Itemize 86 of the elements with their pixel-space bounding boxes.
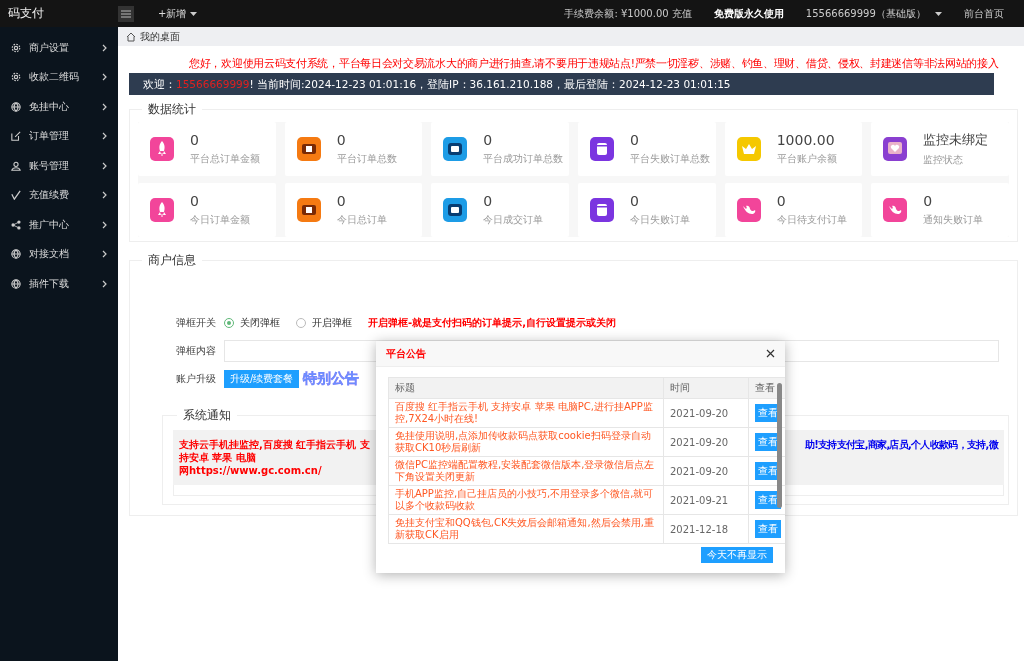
stat-value: 0 — [336, 193, 347, 209]
column-header: 标题 — [388, 377, 664, 399]
app-logo: 码支付 — [7, 5, 45, 22]
gear-icon — [11, 72, 21, 83]
notice-text: 支持云手机挂监控,百度搜 红手指云手机 支持安卓 苹果 电脑 — [179, 438, 371, 464]
stat-label: 今日待支付订单 — [776, 213, 847, 227]
user-icon — [11, 160, 21, 171]
sidebar-item[interactable]: 推广中心 — [0, 210, 118, 240]
sidebar-item[interactable]: 插件下载 — [0, 269, 118, 299]
form-label: 弹框内容 — [175, 344, 216, 358]
sidebar-item[interactable]: 订单管理 — [0, 121, 118, 151]
share-icon — [11, 219, 21, 230]
stat-label: 平台成功订单总数 — [483, 152, 564, 166]
sidebar-item[interactable]: 账号管理 — [0, 151, 118, 181]
stat-value: 0 — [336, 132, 347, 148]
form-label: 弹框开关 — [175, 316, 216, 330]
chevron-right-icon — [102, 279, 107, 288]
stat-value: 0 — [776, 193, 787, 209]
chevron-right-icon — [102, 161, 107, 170]
date-cell: 2021-09-20 — [670, 436, 729, 448]
sidebar-item[interactable]: 充值续费 — [0, 180, 118, 210]
home-link[interactable]: 前台首页 — [964, 6, 1004, 21]
hint-text: 开启弹框-就是支付扫码的订单提示,自行设置提示或关闭 — [368, 316, 616, 330]
menu-icon — [121, 9, 131, 18]
sidebar-item[interactable]: 对接文档 — [0, 239, 118, 269]
stat-label: 今日失败订单 — [630, 213, 690, 227]
stat-value: 0 — [630, 193, 640, 209]
stat-value: 监控未绑定 — [923, 131, 989, 149]
chevron-right-icon — [102, 250, 107, 259]
dialog-title: 平台公告 — [386, 346, 426, 361]
stat-label: 平台账户余额 — [776, 152, 837, 166]
section-title: 系统通知 — [182, 407, 232, 424]
globe-icon — [11, 278, 21, 289]
stat-value: 0 — [483, 132, 494, 148]
stat-label: 今日订单金额 — [190, 213, 250, 227]
stat-value: 0 — [190, 132, 200, 148]
globe-icon — [11, 249, 21, 260]
section-title: 商户信息 — [147, 252, 197, 269]
home-icon — [126, 31, 136, 42]
chevron-right-icon — [102, 191, 107, 200]
caret-icon — [189, 11, 197, 16]
plan-label: 免费版永久使用 — [713, 6, 784, 21]
welcome-bar: 欢迎：15566669999! 当前时间:2024-12-23 01:01:16，登陆IP：36.161.210.188，最后登陆：2024-12-23 01:01:15 — [129, 73, 994, 95]
gear-icon — [11, 42, 21, 53]
radio-option[interactable]: 关闭弹框 — [224, 316, 280, 330]
sidebar-item[interactable]: 免挂中心 — [0, 92, 118, 122]
stat-value: 1000.00 — [776, 132, 836, 148]
stat-label: 通知失败订单 — [923, 213, 984, 227]
chevron-right-icon — [102, 43, 107, 52]
date-cell: 2021-12-18 — [670, 523, 729, 535]
stat-label: 平台总订单金额 — [190, 152, 260, 166]
stat-value: 0 — [630, 132, 640, 148]
breadcrumb-tab[interactable]: 我的桌面 — [140, 29, 180, 44]
edit-icon — [11, 131, 21, 142]
stat-label: 今日成交订单 — [483, 213, 544, 227]
announcement-marquee: 您好，欢迎使用云码支付系统，平台每日会对交易流水大的商户进行抽查,请不要用于违规站点!严禁一切淫秽、涉赌、钓鱼、理财、借贷、侵权、封建迷信等非法网站的接入 — [188, 56, 1000, 71]
fee-balance: 手续费余额: ¥1000.00 充值 — [564, 6, 692, 21]
radio-option[interactable]: 开启弹框 — [296, 316, 352, 330]
stat-label: 平台失败订单总数 — [630, 152, 710, 166]
caret-icon — [935, 11, 942, 16]
stat-value: 0 — [190, 193, 200, 209]
chevron-right-icon — [102, 132, 107, 141]
globe-icon — [11, 101, 21, 112]
check-icon — [11, 190, 21, 201]
date-cell: 2021-09-21 — [670, 494, 729, 506]
chevron-right-icon — [102, 73, 107, 82]
new-menu[interactable]: +新增 — [152, 5, 203, 22]
section-title: 数据统计 — [147, 101, 197, 118]
chevron-right-icon — [102, 220, 107, 229]
stat-value: 0 — [483, 193, 494, 209]
account-menu[interactable]: 15566669999（基础版） — [805, 6, 942, 21]
menu-button[interactable] — [118, 5, 134, 22]
notice-text: 网https://www.gc.com.cn/ — [179, 464, 323, 477]
sidebar-item[interactable]: 收款二维码 — [0, 62, 118, 92]
chevron-right-icon — [102, 102, 107, 111]
date-cell: 2021-09-20 — [670, 465, 729, 477]
stat-label: 平台订单总数 — [336, 152, 397, 166]
sidebar-item[interactable]: 商户设置 — [0, 33, 118, 63]
stat-label: 今日总订单 — [336, 213, 387, 227]
form-label: 账户升级 — [175, 372, 216, 386]
date-cell: 2021-09-20 — [670, 407, 729, 419]
column-header: 时间 — [663, 377, 749, 399]
notice-text: 助!支持支付宝,商家,店员,个人收款码，支持,微 — [805, 438, 998, 452]
close-icon[interactable] — [766, 349, 775, 358]
stat-value: 0 — [923, 193, 934, 209]
stat-label: 监控状态 — [923, 153, 965, 167]
